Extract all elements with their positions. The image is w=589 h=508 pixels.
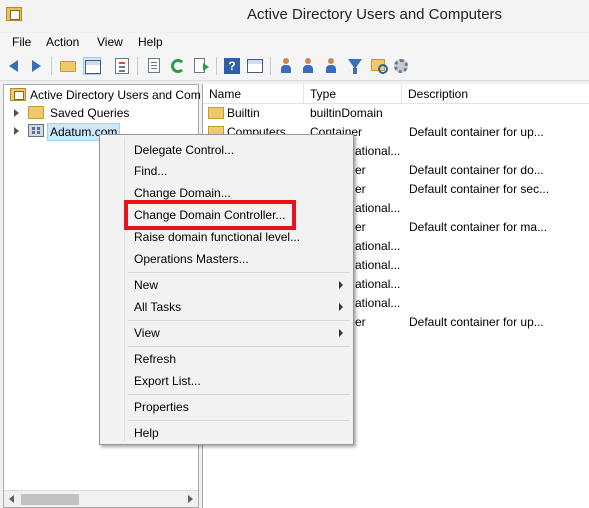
scroll-thumb[interactable] bbox=[21, 494, 79, 505]
help-icon[interactable]: ? bbox=[223, 57, 241, 75]
cell-name: Builtin bbox=[227, 106, 260, 120]
menu-item-properties[interactable]: Properties bbox=[134, 397, 189, 417]
cell-description: Default container for sec... bbox=[409, 182, 550, 196]
column-header-type[interactable]: Type bbox=[304, 84, 402, 104]
menu-view[interactable]: View bbox=[97, 35, 123, 49]
menu-item-view[interactable]: View bbox=[134, 323, 352, 343]
menu-item-find[interactable]: Find... bbox=[134, 161, 167, 181]
menu-separator bbox=[128, 394, 350, 395]
cell-type: ational... bbox=[355, 239, 400, 253]
menu-item-label: View bbox=[134, 326, 160, 340]
cell-type: er bbox=[355, 220, 366, 234]
folder-icon bbox=[208, 107, 224, 119]
submenu-arrow-icon bbox=[339, 329, 343, 337]
table-row[interactable]: Builtin builtinDomain bbox=[203, 104, 589, 123]
folder-icon bbox=[28, 106, 44, 119]
cell-type: ational... bbox=[355, 277, 400, 291]
menu-help[interactable]: Help bbox=[138, 35, 163, 49]
find-icon[interactable] bbox=[369, 57, 388, 75]
tree-root[interactable]: Active Directory Users and Com bbox=[8, 86, 201, 104]
forward-icon[interactable] bbox=[27, 57, 45, 75]
up-folder-icon[interactable] bbox=[59, 57, 77, 75]
properties-icon[interactable] bbox=[113, 57, 131, 75]
window-title: Active Directory Users and Computers bbox=[246, 6, 503, 23]
export-icon[interactable] bbox=[145, 57, 163, 75]
menu-action[interactable]: Action bbox=[46, 35, 79, 49]
menu-item-help[interactable]: Help bbox=[134, 423, 159, 443]
menu-item-raise-domain-functional-level[interactable]: Raise domain functional level... bbox=[134, 227, 300, 247]
cell-type: builtinDomain bbox=[310, 106, 383, 120]
expand-icon[interactable] bbox=[14, 109, 19, 117]
menu-bar: File Action View Help bbox=[0, 33, 589, 53]
menu-item-refresh[interactable]: Refresh bbox=[134, 349, 176, 369]
new-user-icon[interactable] bbox=[277, 57, 295, 75]
menu-item-label: All Tasks bbox=[134, 300, 182, 314]
toolbar-separator bbox=[51, 57, 52, 75]
cell-type: ational... bbox=[355, 201, 400, 215]
tree-root-label: Active Directory Users and Com bbox=[30, 88, 201, 102]
column-header-description[interactable]: Description bbox=[402, 84, 589, 104]
cell-description: Default container for ma... bbox=[409, 220, 548, 234]
cell-description: Default container for up... bbox=[409, 315, 544, 329]
cell-type: er bbox=[355, 182, 366, 196]
toolbar-separator bbox=[137, 57, 138, 75]
cell-description: Default container for up... bbox=[409, 125, 544, 139]
toolbar: ? bbox=[0, 53, 589, 81]
menu-gutter bbox=[124, 137, 125, 442]
settings-icon[interactable] bbox=[392, 57, 410, 75]
horizontal-scrollbar[interactable] bbox=[4, 490, 198, 507]
toolbar-separator bbox=[216, 57, 217, 75]
back-icon[interactable] bbox=[6, 57, 24, 75]
filter-icon[interactable] bbox=[346, 57, 364, 75]
menu-separator bbox=[128, 320, 350, 321]
cell-type: er bbox=[355, 315, 366, 329]
title-bar: Active Directory Users and Computers bbox=[0, 0, 589, 32]
tree-item-saved-queries[interactable]: Saved Queries bbox=[8, 104, 198, 122]
menu-separator bbox=[128, 420, 350, 421]
menu-item-label: New bbox=[134, 278, 159, 292]
expand-icon[interactable] bbox=[14, 127, 19, 135]
context-menu: Delegate Control... Find... Change Domai… bbox=[99, 134, 354, 445]
scroll-right-icon[interactable] bbox=[188, 495, 193, 503]
menu-item-all-tasks[interactable]: All Tasks bbox=[134, 297, 352, 317]
cell-type: ational... bbox=[355, 296, 400, 310]
menu-separator bbox=[128, 346, 350, 347]
new-ou-icon[interactable] bbox=[322, 57, 340, 75]
highlight-callout bbox=[124, 200, 296, 230]
column-header-name[interactable]: Name bbox=[203, 84, 304, 104]
cell-type: er bbox=[355, 163, 366, 177]
show-tree-icon[interactable] bbox=[83, 57, 101, 75]
tree-item-label: Saved Queries bbox=[50, 106, 130, 120]
cell-type: ational... bbox=[355, 258, 400, 272]
submenu-arrow-icon bbox=[339, 303, 343, 311]
menu-separator bbox=[128, 272, 350, 273]
refresh-icon[interactable] bbox=[169, 57, 187, 75]
cell-description: Default container for do... bbox=[409, 163, 544, 177]
aduc-root-icon bbox=[10, 88, 26, 101]
menu-item-export-list[interactable]: Export List... bbox=[134, 371, 201, 391]
menu-item-new[interactable]: New bbox=[134, 275, 352, 295]
menu-item-delegate-control[interactable]: Delegate Control... bbox=[134, 140, 234, 160]
toolbar-separator bbox=[270, 57, 271, 75]
export-list-icon[interactable] bbox=[192, 57, 210, 75]
domain-icon bbox=[28, 124, 44, 137]
menu-item-operations-masters[interactable]: Operations Masters... bbox=[134, 249, 249, 269]
scroll-left-icon[interactable] bbox=[9, 495, 14, 503]
grid-icon[interactable] bbox=[246, 57, 264, 75]
menu-file[interactable]: File bbox=[12, 35, 31, 49]
submenu-arrow-icon bbox=[339, 281, 343, 289]
cell-type: ational... bbox=[355, 144, 400, 158]
new-group-icon[interactable] bbox=[299, 57, 317, 75]
